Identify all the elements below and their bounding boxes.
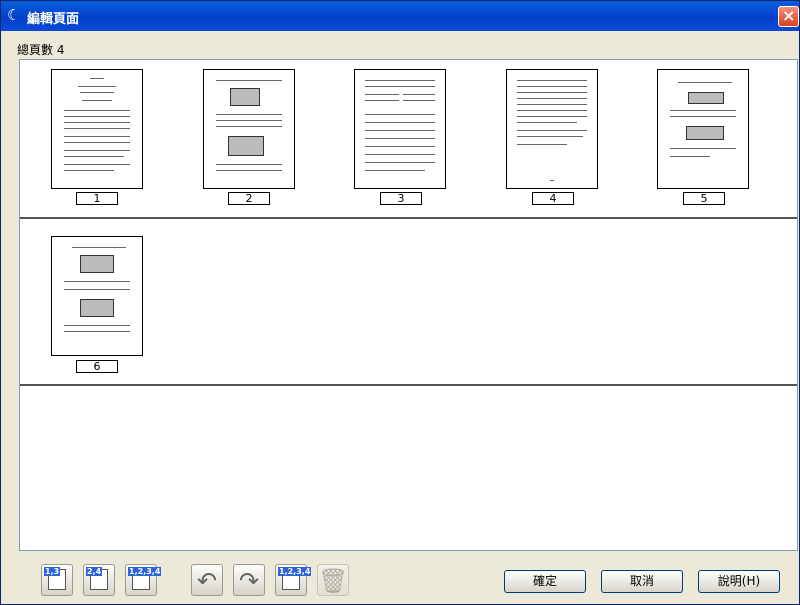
page-thumbnails-area[interactable]: 1 2 3 4 5 6 [19, 59, 798, 551]
page-count: 總頁數 4 [17, 41, 64, 58]
window-title: 編輯頁面 [27, 12, 80, 27]
even-pages-badge: 2,4 [86, 567, 103, 576]
select-odd-pages-button[interactable]: 1,3 [41, 564, 73, 596]
select-even-pages-button[interactable]: 2,4 [83, 564, 115, 596]
title-bar[interactable]: ☾ 編輯頁面 × [1, 1, 799, 31]
page-thumbnail-6[interactable] [51, 236, 143, 356]
page-number-6: 6 [76, 360, 118, 373]
app-icon: ☾ [7, 6, 21, 24]
ok-button[interactable]: 確定 [504, 570, 586, 593]
rotate-right-button[interactable]: ↷ [233, 564, 265, 596]
page-count-label: 總頁數 [17, 43, 54, 57]
page-number-4: 4 [532, 192, 574, 205]
page-thumbnail-3[interactable] [354, 69, 446, 189]
page-thumbnail-5[interactable] [657, 69, 749, 189]
select-all-pages-button[interactable]: 1,2,3,4 [125, 564, 162, 596]
page-number-5: 5 [683, 192, 725, 205]
rotate-left-icon: ↶ [196, 567, 218, 595]
all-pages-badge: 1,2,3,4 [128, 567, 162, 576]
row-separator [20, 217, 797, 219]
close-icon: × [782, 6, 796, 25]
reorder-pages-button[interactable]: 1,2,3,4 [275, 564, 312, 596]
page-number-1: 1 [76, 192, 118, 205]
rotate-right-icon: ↷ [238, 567, 260, 595]
trash-icon: 🗑 [318, 567, 349, 595]
page-number-3: 3 [380, 192, 422, 205]
odd-pages-badge: 1,3 [44, 567, 61, 576]
page-number-2: 2 [228, 192, 270, 205]
reorder-badge: 1,2,3,4 [278, 567, 312, 576]
row-separator [20, 384, 797, 386]
edit-pages-dialog: ☾ 編輯頁面 × 總頁數 4 1 2 3 4 5 6 1,3 2,4 1,2,3… [0, 0, 800, 605]
page-thumbnail-2[interactable] [203, 69, 295, 189]
delete-page-button[interactable]: 🗑 [317, 564, 349, 596]
help-button[interactable]: 說明(H) [698, 570, 780, 593]
rotate-left-button[interactable]: ↶ [191, 564, 223, 596]
page-count-value: 4 [56, 43, 65, 57]
page-thumbnail-4[interactable] [506, 69, 598, 189]
page-thumbnail-1[interactable] [51, 69, 143, 189]
cancel-button[interactable]: 取消 [601, 570, 683, 593]
close-button[interactable]: × [778, 6, 799, 27]
